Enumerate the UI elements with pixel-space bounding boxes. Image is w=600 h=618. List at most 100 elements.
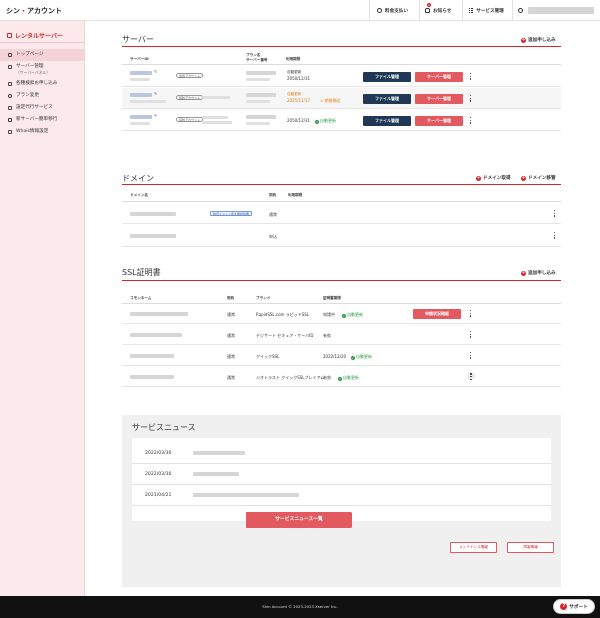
server-panel-button[interactable]: サーバー管理 bbox=[415, 116, 463, 126]
domain-buy-link[interactable]: + ドメイン取得 bbox=[476, 175, 511, 181]
server-row: ✎ 契約アカウント 2050/12/31 ✓ 自動更新 ファイル管理 サーバー管理 bbox=[122, 110, 561, 131]
server-id-redacted[interactable] bbox=[130, 93, 152, 97]
more-menu-icon[interactable] bbox=[470, 331, 472, 339]
more-menu-icon[interactable] bbox=[554, 210, 556, 218]
domain-section-divider bbox=[122, 184, 561, 186]
failure-info-button[interactable]: 障害情報 bbox=[507, 542, 554, 553]
user-name-redacted[interactable] bbox=[528, 7, 594, 14]
plan-redacted bbox=[246, 71, 276, 75]
user-icon bbox=[518, 8, 523, 13]
news-headline-redacted[interactable] bbox=[193, 451, 245, 455]
domain-name-redacted[interactable] bbox=[130, 212, 176, 216]
ssl-brand: ジオトラスト クイックSSLプレミアム bbox=[256, 375, 325, 380]
ssl-state: 有効 bbox=[323, 375, 331, 380]
news-list-button[interactable]: サービスニュース一覧 bbox=[246, 512, 352, 528]
more-menu-icon[interactable] bbox=[470, 95, 472, 103]
expiry-status: ⚠期限間近 bbox=[320, 98, 341, 103]
header-nav-services[interactable]: サービス管理 bbox=[469, 0, 504, 21]
plus-icon: + bbox=[521, 175, 526, 181]
sidebar-item-apply[interactable]: 各種検索お申し込み bbox=[0, 78, 85, 90]
free-domain-tag: 独自ドメイン永久無料特典 bbox=[210, 211, 253, 216]
bell-icon bbox=[425, 8, 430, 13]
domain-redacted bbox=[202, 121, 232, 124]
common-name-redacted[interactable] bbox=[130, 375, 174, 379]
server-id-redacted[interactable] bbox=[130, 115, 152, 119]
ssl-renew: ✓ 自動更新 bbox=[338, 375, 359, 381]
domain-row: 申込 bbox=[122, 225, 561, 247]
ssl-state: 申請中 bbox=[323, 312, 335, 317]
domain-transfer-link[interactable]: + ドメイン移管 bbox=[521, 175, 556, 181]
ssl-state: 2022/12/20 bbox=[323, 354, 347, 359]
header-nav-payment[interactable]: 料金支払い bbox=[377, 0, 408, 21]
ssl-row: 通常 ジオトラスト クイックSSLプレミアム 有効 ✓ 自動更新 bbox=[122, 367, 561, 387]
common-name-redacted[interactable] bbox=[130, 312, 188, 316]
ssl-brand: クイックSSL bbox=[256, 354, 280, 359]
server-number-redacted bbox=[246, 122, 270, 125]
ssl-renew: ✓ 自動更新 bbox=[351, 354, 372, 360]
home-icon bbox=[8, 53, 12, 57]
app-logo[interactable]: シン・アカウント bbox=[6, 6, 62, 16]
more-menu-icon[interactable] bbox=[554, 232, 556, 240]
server-panel-button[interactable]: サーバー管理 bbox=[415, 94, 463, 104]
pencil-icon[interactable]: ✎ bbox=[154, 69, 157, 74]
plus-icon: + bbox=[521, 37, 526, 43]
common-name-redacted[interactable] bbox=[130, 333, 182, 337]
plus-icon: + bbox=[476, 175, 481, 181]
user-menu[interactable] bbox=[518, 0, 523, 21]
header-divider bbox=[419, 0, 420, 21]
ssl-row: 通常 RapidSSL.com ラピッドSSL 申請中 ✓ 自動更新 申請状況確認 bbox=[122, 304, 561, 324]
copyright-text: Shin Account © 2023-2023 Xserver Inc. bbox=[262, 604, 338, 609]
header-divider bbox=[462, 0, 463, 21]
sidebar-item-setup-service[interactable]: 設定代行サービス bbox=[0, 102, 85, 114]
expiry-date: 2025/11/17 bbox=[287, 98, 311, 103]
server-panel-button[interactable]: サーバー管理 bbox=[415, 72, 463, 82]
check-icon: ✓ bbox=[351, 355, 355, 360]
pencil-icon[interactable]: ✎ bbox=[154, 113, 157, 118]
server-row: ✎ 契約アカウント 自動更新 2025/11/17 ⚠期限間近 ファイル管理 サ… bbox=[122, 88, 561, 109]
service-news-list: 2022/03/30 2022/03/30 2021/04/21 bbox=[132, 438, 551, 521]
more-menu-icon[interactable] bbox=[467, 372, 475, 380]
file-manager-button[interactable]: ファイル管理 bbox=[363, 94, 411, 104]
ssl-table-header: コモンネーム 契約 ブランド 証明書期限 bbox=[122, 292, 561, 304]
support-button[interactable]: ? サポート bbox=[553, 599, 595, 614]
sidebar-item-server-manage[interactable]: サーバー管理 （サーバーパネル） bbox=[0, 61, 85, 78]
question-icon: ? bbox=[560, 603, 568, 610]
plan-redacted bbox=[246, 115, 276, 119]
account-tag: 契約アカウント bbox=[176, 95, 204, 100]
ssl-contract: 通常 bbox=[227, 312, 235, 317]
sidebar-item-whois[interactable]: Whois情報設定 bbox=[0, 126, 85, 138]
server-table-header: サーバーID プラン名 サーバー番号 利用期限 bbox=[122, 50, 561, 65]
sidebar-item-plan-change[interactable]: プラン変更 bbox=[0, 90, 85, 102]
server-sub-redacted bbox=[130, 122, 150, 125]
pencil-icon[interactable]: ✎ bbox=[154, 91, 157, 96]
sidebar-item-migration[interactable]: 新サーバー簡単移行 bbox=[0, 114, 85, 126]
sidebar-menu: トップページ サーバー管理 （サーバーパネル） 各種検索お申し込み プラン変更 設… bbox=[0, 49, 85, 138]
news-headline-redacted[interactable] bbox=[193, 493, 299, 497]
more-menu-icon[interactable] bbox=[470, 310, 472, 318]
common-name-redacted[interactable] bbox=[130, 354, 174, 358]
server-id-redacted[interactable] bbox=[130, 71, 152, 75]
server-add-link[interactable]: + 追加申し込み bbox=[521, 37, 556, 43]
news-headline-redacted[interactable] bbox=[193, 472, 239, 476]
document-icon bbox=[8, 130, 12, 134]
ssl-renew: ✓ 自動更新 bbox=[342, 312, 363, 318]
sidebar-brand[interactable]: レンタルサーバー bbox=[0, 29, 85, 43]
news-item[interactable]: 2021/04/21 bbox=[132, 485, 551, 506]
ssl-contract: 通常 bbox=[227, 354, 235, 359]
maintenance-info-button[interactable]: メンテナンス情報 bbox=[450, 542, 497, 553]
file-manager-button[interactable]: ファイル管理 bbox=[363, 116, 411, 126]
ssl-contract: 通常 bbox=[227, 375, 235, 380]
account-tag: 契約アカウント bbox=[176, 73, 204, 78]
ssl-add-link[interactable]: + 追加申し込み bbox=[521, 270, 556, 276]
header-divider bbox=[369, 0, 370, 21]
more-menu-icon[interactable] bbox=[470, 73, 472, 81]
news-item[interactable]: 2022/03/30 bbox=[132, 464, 551, 485]
sidebar-item-top[interactable]: トップページ bbox=[0, 49, 85, 61]
more-menu-icon[interactable] bbox=[470, 352, 472, 360]
domain-name-redacted[interactable] bbox=[130, 234, 176, 238]
more-menu-icon[interactable] bbox=[470, 117, 472, 125]
application-status-button[interactable]: 申請状況確認 bbox=[413, 309, 461, 319]
file-manager-button[interactable]: ファイル管理 bbox=[363, 72, 411, 82]
news-date: 2022/03/30 bbox=[145, 451, 172, 456]
news-item[interactable]: 2022/03/30 bbox=[132, 443, 551, 464]
